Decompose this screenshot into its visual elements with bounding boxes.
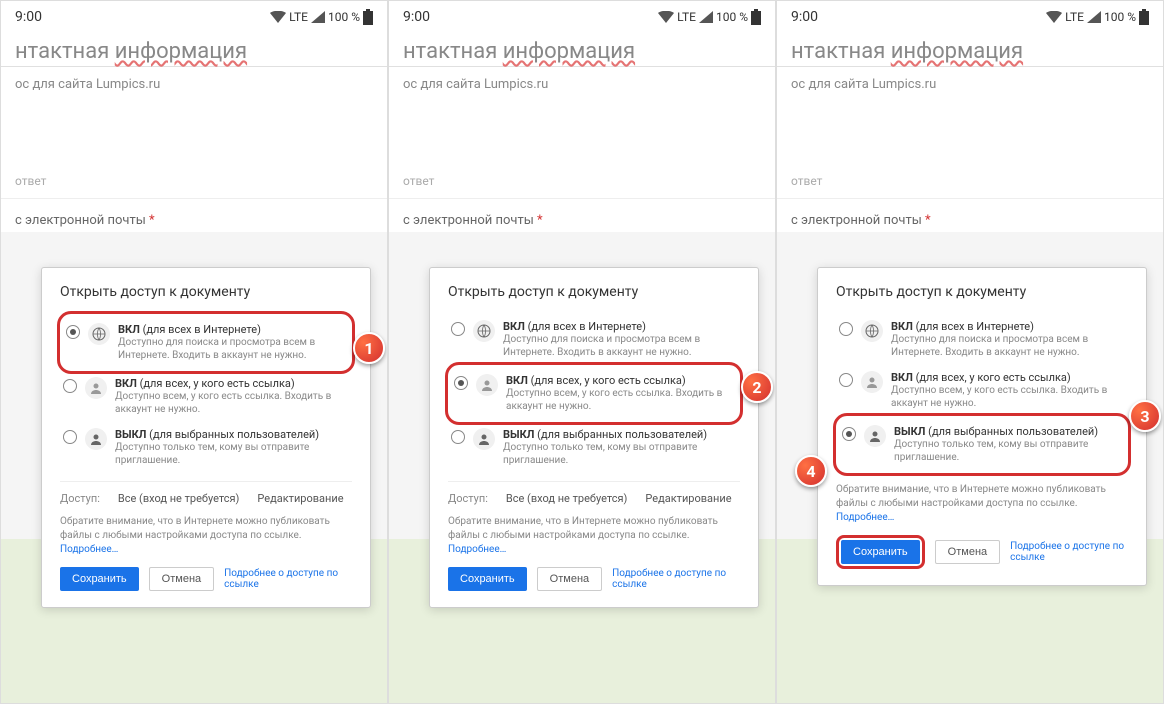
- page-subtitle: ос для сайта Lumpics.ru: [777, 67, 1163, 102]
- signal-icon: [311, 11, 325, 23]
- cancel-button[interactable]: Отмена: [537, 567, 602, 591]
- cancel-button[interactable]: Отмена: [149, 567, 214, 591]
- battery-label: 100 %: [328, 10, 360, 24]
- phone-screen-3: 9:00 LTE 100 % нтактная информация ос дл…: [776, 0, 1164, 704]
- radio-public[interactable]: [66, 325, 80, 339]
- highlight-4: Сохранить: [836, 535, 925, 569]
- callout-4: 4: [795, 455, 827, 487]
- learn-more-link[interactable]: Подробнее о доступе по ссылке: [612, 568, 740, 590]
- callout-1: 1: [353, 332, 385, 364]
- share-dialog: Открыть доступ к документу ВКЛ (для всех…: [817, 267, 1147, 586]
- phone-screen-2: 9:00 LTE 100 % нтактная информация ос дл…: [388, 0, 776, 704]
- email-field-label: с электронной почты *: [389, 199, 775, 232]
- access-row: Доступ: Все (вход не требуется) Редактир…: [60, 481, 352, 509]
- link-person-icon: [85, 377, 107, 399]
- radio-private[interactable]: [451, 430, 465, 444]
- option-private[interactable]: ВЫКЛ (для выбранных пользователей)Доступ…: [60, 422, 352, 473]
- person-icon: [85, 428, 107, 450]
- page-subtitle: ос для сайта Lumpics.ru: [389, 67, 775, 102]
- status-bar: 9:00 LTE 100 %: [777, 1, 1163, 33]
- dialog-note: Обратите внимание, что в Интернете можно…: [448, 515, 740, 557]
- wifi-icon: [658, 11, 674, 23]
- globe-icon: [88, 323, 110, 345]
- status-icons: LTE 100 %: [658, 9, 761, 25]
- dialog-title: Открыть доступ к документу: [448, 284, 740, 300]
- page-title: нтактная информация: [777, 37, 1163, 67]
- battery-icon: [363, 9, 373, 25]
- person-icon: [473, 428, 495, 450]
- answer-hint: ответ: [389, 170, 775, 199]
- status-bar: 9:00 LTE 100 %: [389, 1, 775, 33]
- option-private[interactable]: ВЫКЛ (для выбранных пользователей)Доступ…: [839, 419, 1125, 470]
- save-button[interactable]: Сохранить: [60, 567, 139, 591]
- radio-link[interactable]: [63, 379, 77, 393]
- callout-2: 2: [741, 371, 773, 403]
- person-icon: [864, 425, 886, 447]
- option-link[interactable]: ВКЛ (для всех, у кого есть ссылка)Доступ…: [451, 368, 737, 419]
- signal-icon: [699, 11, 713, 23]
- cancel-button[interactable]: Отмена: [935, 540, 1000, 564]
- globe-icon: [861, 320, 883, 342]
- learn-more-link[interactable]: Подробнее о доступе по ссылке: [224, 568, 352, 590]
- dialog-note: Обратите внимание, что в Интернете можно…: [836, 483, 1128, 525]
- more-link[interactable]: Подробнее…: [448, 544, 506, 555]
- status-bar: 9:00 LTE 100 %: [1, 1, 387, 33]
- status-icons: LTE 100 %: [270, 9, 373, 25]
- answer-hint: ответ: [1, 170, 387, 199]
- wifi-icon: [1046, 11, 1062, 23]
- more-link[interactable]: Подробнее…: [60, 544, 118, 555]
- radio-private[interactable]: [63, 430, 77, 444]
- radio-link[interactable]: [454, 376, 468, 390]
- share-dialog: Открыть доступ к документу ВКЛ (для всех…: [429, 267, 759, 608]
- option-private[interactable]: ВЫКЛ (для выбранных пользователей)Доступ…: [448, 422, 740, 473]
- option-public[interactable]: ВКЛ (для всех в Интернете)Доступно для п…: [836, 314, 1128, 365]
- page-subtitle: ос для сайта Lumpics.ru: [1, 67, 387, 102]
- radio-public[interactable]: [451, 322, 465, 336]
- globe-icon: [473, 320, 495, 342]
- battery-icon: [1139, 9, 1149, 25]
- email-field-label: с электронной почты *: [1, 199, 387, 232]
- status-time: 9:00: [403, 9, 430, 25]
- callout-3: 3: [1129, 400, 1161, 432]
- page-title: нтактная информация: [389, 37, 775, 67]
- option-link[interactable]: ВКЛ (для всех, у кого есть ссылка)Доступ…: [836, 365, 1128, 416]
- highlight-3: ВЫКЛ (для выбранных пользователей)Доступ…: [833, 413, 1131, 476]
- link-person-icon: [476, 374, 498, 396]
- phone-screen-1: 9:00 LTE 100 % нтактная информация ос дл…: [0, 0, 388, 704]
- wifi-icon: [270, 11, 286, 23]
- status-icons: LTE 100 %: [1046, 9, 1149, 25]
- highlight-1: ВКЛ (для всех в Интернете)Доступно для п…: [57, 311, 355, 374]
- status-time: 9:00: [791, 9, 818, 25]
- lte-label: LTE: [289, 10, 308, 24]
- dialog-title: Открыть доступ к документу: [836, 284, 1128, 300]
- save-button[interactable]: Сохранить: [448, 567, 527, 591]
- option-public[interactable]: ВКЛ (для всех в Интернете)Доступно для п…: [448, 314, 740, 365]
- save-button[interactable]: Сохранить: [841, 540, 920, 564]
- email-field-label: с электронной почты *: [777, 199, 1163, 232]
- access-row: Доступ: Все (вход не требуется) Редактир…: [448, 481, 740, 509]
- signal-icon: [1087, 11, 1101, 23]
- status-time: 9:00: [15, 9, 42, 25]
- page-title: нтактная информация: [1, 37, 387, 67]
- battery-icon: [751, 9, 761, 25]
- radio-link[interactable]: [839, 373, 853, 387]
- dialog-note: Обратите внимание, что в Интернете можно…: [60, 515, 352, 557]
- highlight-2: ВКЛ (для всех, у кого есть ссылка)Доступ…: [445, 362, 743, 425]
- link-person-icon: [861, 371, 883, 393]
- radio-private[interactable]: [842, 427, 856, 441]
- radio-public[interactable]: [839, 322, 853, 336]
- learn-more-link[interactable]: Подробнее о доступе по ссылке: [1010, 541, 1128, 563]
- share-dialog: Открыть доступ к документу ВКЛ (для всех…: [41, 267, 371, 608]
- dialog-title: Открыть доступ к документу: [60, 284, 352, 300]
- option-public[interactable]: ВКЛ (для всех в Интернете)Доступно для п…: [63, 317, 349, 368]
- answer-hint: ответ: [777, 170, 1163, 199]
- more-link[interactable]: Подробнее…: [836, 512, 894, 523]
- option-link[interactable]: ВКЛ (для всех, у кого есть ссылка)Доступ…: [60, 371, 352, 422]
